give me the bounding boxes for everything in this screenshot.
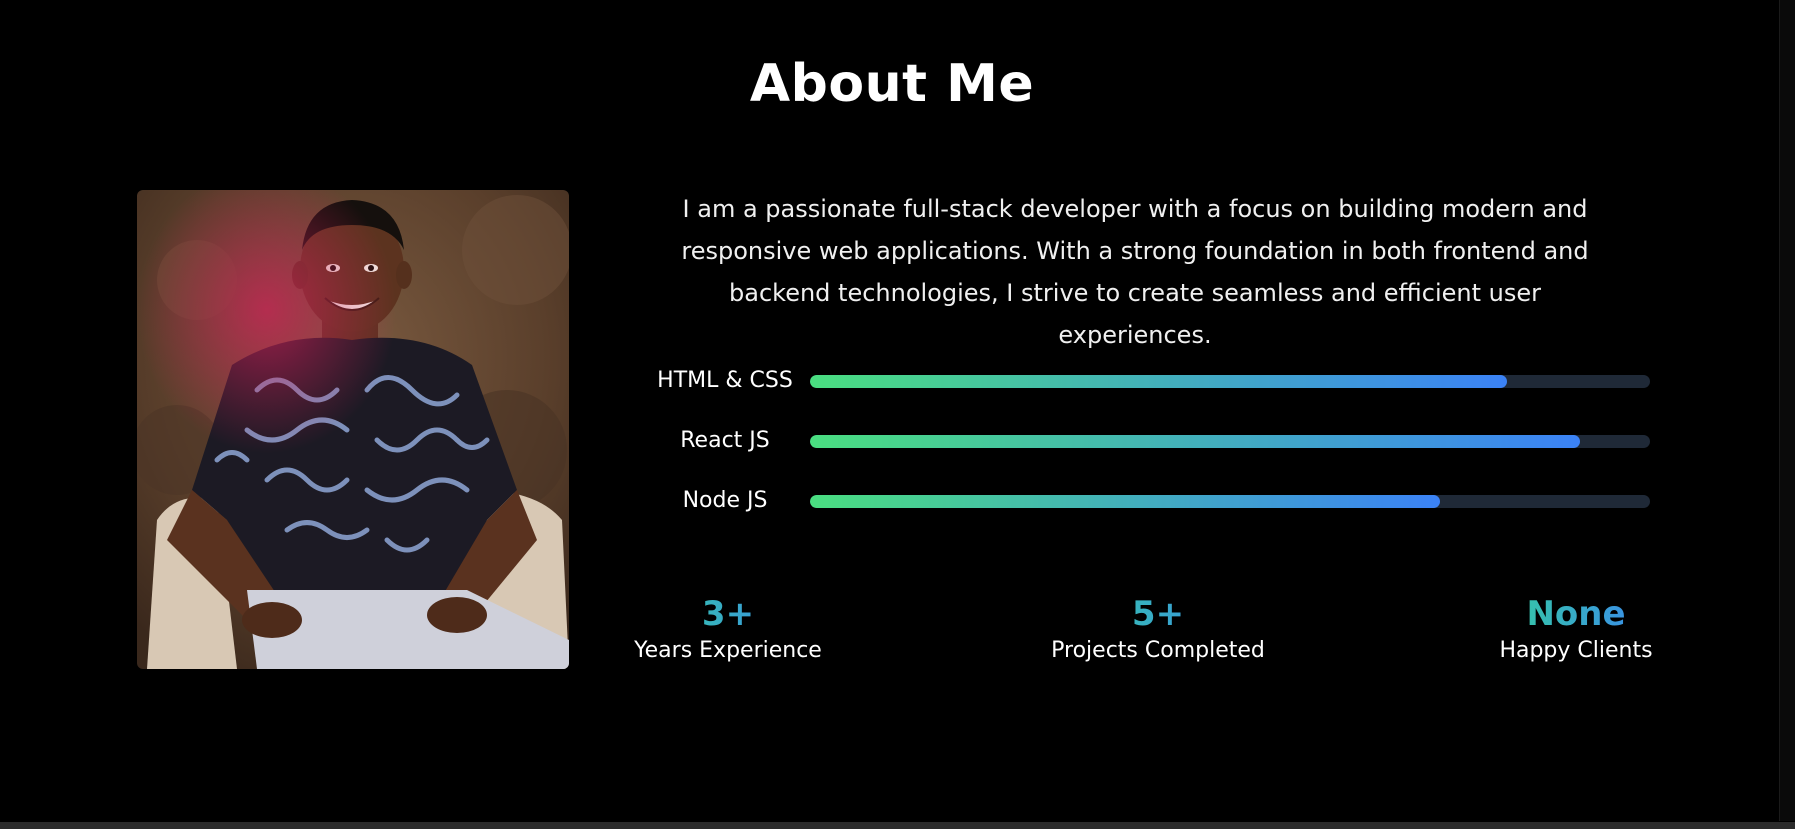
skill-html-css: HTML & CSS — [640, 366, 1650, 396]
page-scrollbar[interactable] — [1779, 0, 1795, 821]
section-title: About Me — [749, 54, 1035, 114]
stat-label: Happy Clients — [1499, 638, 1653, 663]
skill-progress-track — [810, 495, 1650, 508]
skill-progress-fill — [810, 435, 1581, 448]
stat-value: 5+ — [1038, 592, 1278, 636]
stat-years-experience: 3+ Years Experience — [628, 592, 828, 666]
stat-label: Projects Completed — [1051, 638, 1265, 663]
about-page: About Me I am a passionate full-stack de… — [0, 0, 1795, 829]
skill-label: React JS — [680, 428, 770, 453]
stat-projects-completed: 5+ Projects Completed — [1038, 592, 1278, 666]
skill-label: Node JS — [682, 488, 768, 513]
profile-photo — [137, 190, 569, 669]
stat-label: Years Experience — [634, 638, 822, 663]
bio-text: I am a passionate full-stack developer w… — [681, 195, 1589, 349]
skill-react-js: React JS — [640, 426, 1650, 456]
bottom-edge — [0, 822, 1795, 829]
skill-progress-track — [810, 375, 1650, 388]
skill-label: HTML & CSS — [657, 368, 793, 393]
stat-value: None — [1486, 592, 1666, 636]
skill-node-js: Node JS — [640, 486, 1650, 516]
skill-progress-fill — [810, 375, 1508, 388]
skill-progress-fill — [810, 495, 1440, 508]
stat-value: 3+ — [628, 592, 828, 636]
stat-happy-clients: None Happy Clients — [1486, 592, 1666, 666]
skill-progress-track — [810, 435, 1650, 448]
